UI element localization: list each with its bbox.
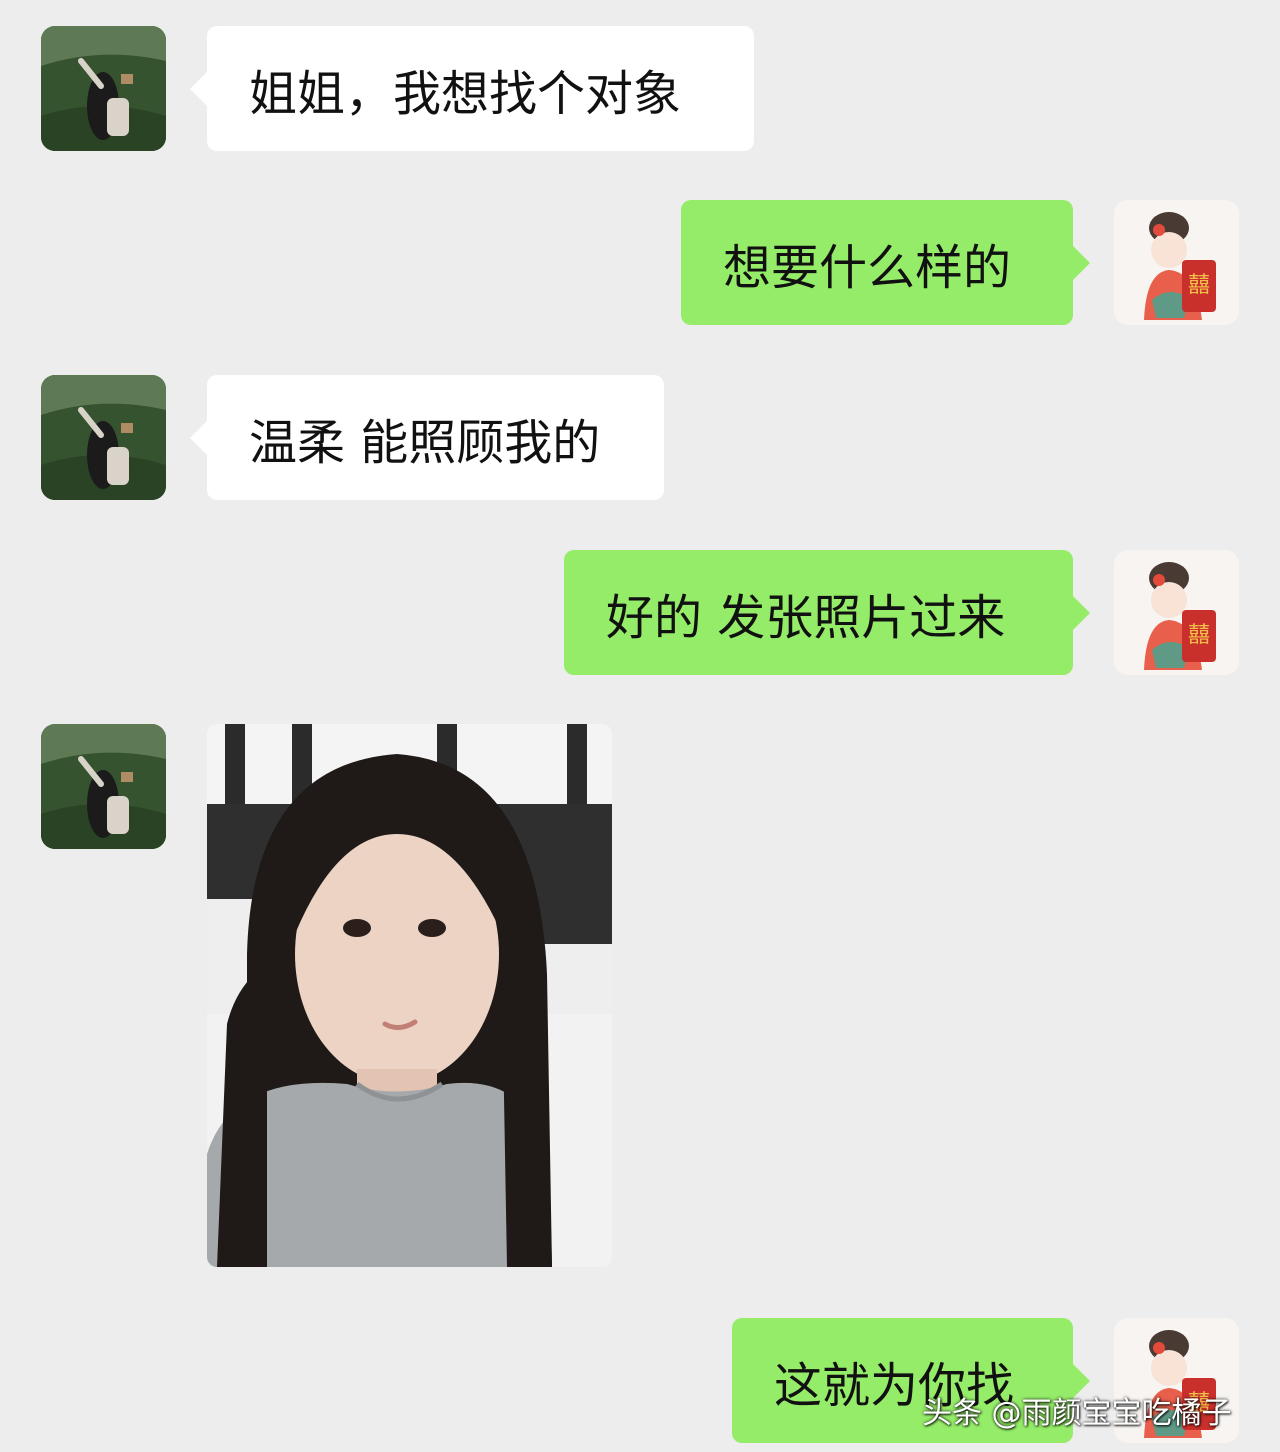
message-bubble-me[interactable]: 好的 发张照片过来 xyxy=(564,550,1090,675)
friend-avatar[interactable] xyxy=(41,26,166,151)
my-avatar[interactable] xyxy=(1114,200,1239,325)
image-message[interactable] xyxy=(207,724,612,1267)
avatar-image xyxy=(1114,200,1239,325)
message-text: 想要什么样的 xyxy=(723,239,1012,296)
message-bubble-friend[interactable]: 温柔 能照顾我的 xyxy=(190,375,664,500)
chat-window: 姐姐，我想找个对象 想要什么样的 温柔 能照顾我的 好的 发张照片过来 这就为你… xyxy=(0,0,1280,1452)
friend-avatar[interactable] xyxy=(41,724,166,849)
message-text: 温柔 能照顾我的 xyxy=(249,414,601,471)
avatar-image xyxy=(41,375,166,500)
message-bubble-me[interactable]: 想要什么样的 xyxy=(681,200,1090,325)
avatar-image xyxy=(1114,550,1239,675)
watermark: 头条 @雨颜宝宝吃橘子 xyxy=(922,1396,1232,1431)
message-text: 姐姐，我想找个对象 xyxy=(249,65,682,122)
friend-avatar[interactable] xyxy=(41,375,166,500)
avatar-image xyxy=(41,26,166,151)
selfie-photo xyxy=(207,724,612,1267)
message-bubble-friend[interactable]: 姐姐，我想找个对象 xyxy=(190,26,754,151)
my-avatar[interactable] xyxy=(1114,550,1239,675)
avatar-image xyxy=(41,724,166,849)
message-text: 好的 发张照片过来 xyxy=(606,589,1006,646)
